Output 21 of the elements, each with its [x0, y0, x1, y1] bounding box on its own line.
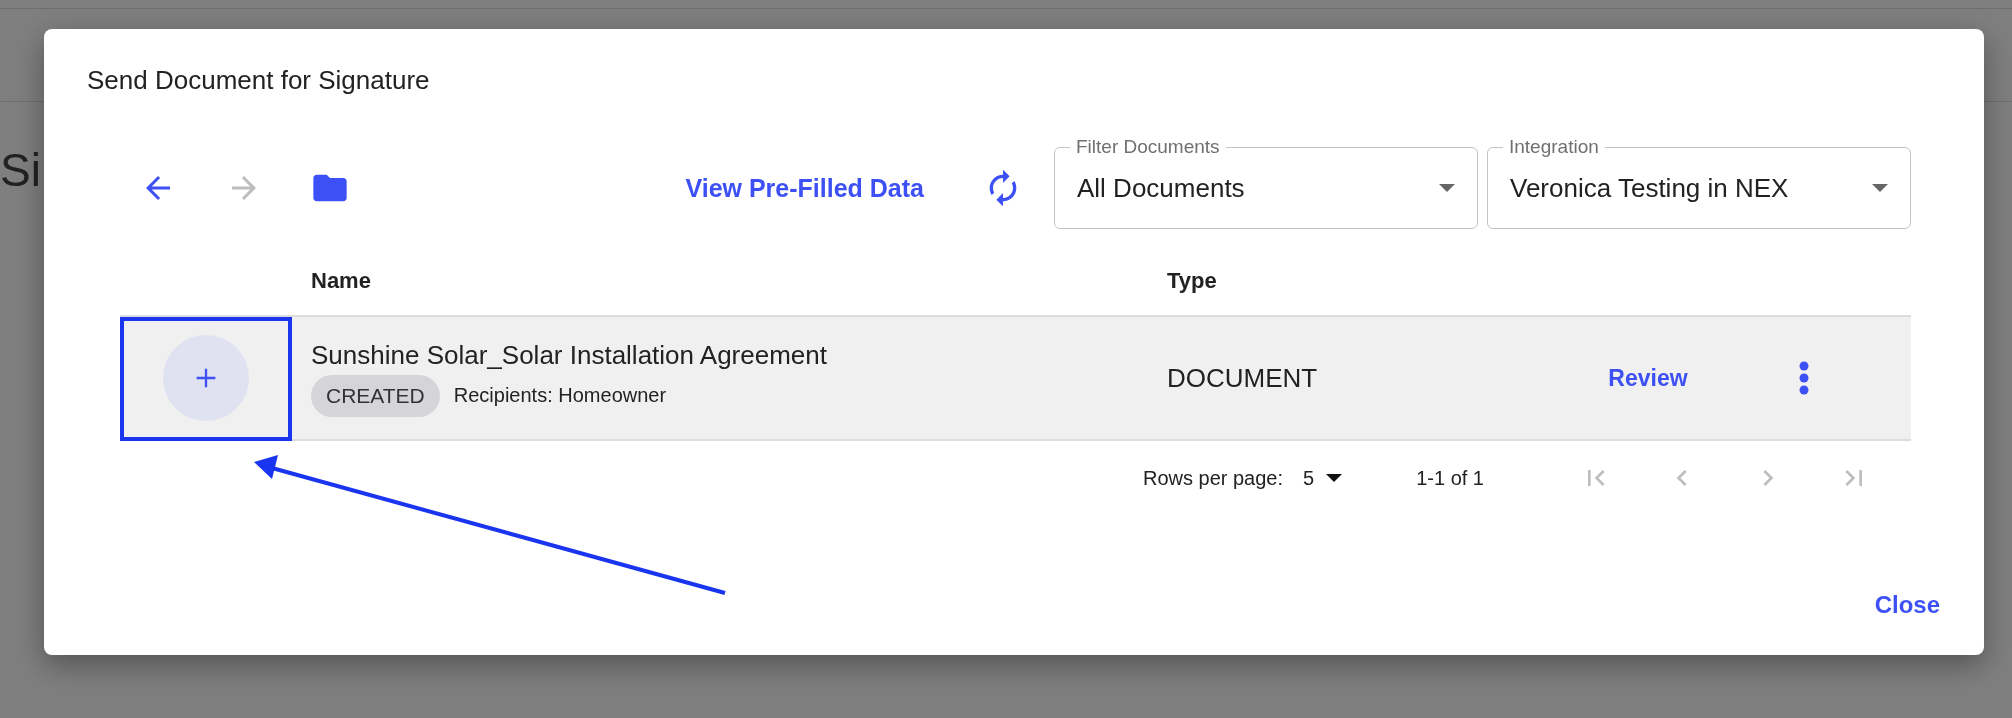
review-link[interactable]: Review [1608, 364, 1688, 392]
rows-per-page-select[interactable]: 5 [1303, 466, 1343, 490]
column-header: Type [1167, 268, 1217, 293]
recipients-text: Recipients: Homeowner [453, 384, 667, 407]
document-name: Sunshine Solar_Solar Installation Agreement [311, 339, 828, 371]
more-options-icon[interactable] [1798, 361, 1810, 395]
dropdown-caret-icon [1326, 474, 1343, 482]
document-type: DOCUMENT [1167, 362, 1318, 393]
status-chip: CREATED [311, 374, 440, 417]
dropdown-caret-icon [1872, 184, 1888, 192]
rows-per-page-value: 5 [1303, 466, 1315, 490]
dialog-title: Send Document for Signature [87, 64, 431, 97]
column-header: Name [311, 268, 371, 293]
rows-per-page-label: Rows per page: [1142, 466, 1284, 490]
dropdown-caret-icon [1439, 184, 1455, 192]
page-range: 1-1 of 1 [1416, 466, 1484, 490]
dropdown-value: All Documents [1077, 172, 1246, 204]
close-link[interactable]: Close [1874, 591, 1940, 619]
view-prefilled-data-link[interactable]: View Pre-Filled Data [685, 173, 924, 203]
page-heading: Si [0, 143, 41, 198]
dropdown-value: Veronica Testing in NEX [1510, 172, 1790, 204]
